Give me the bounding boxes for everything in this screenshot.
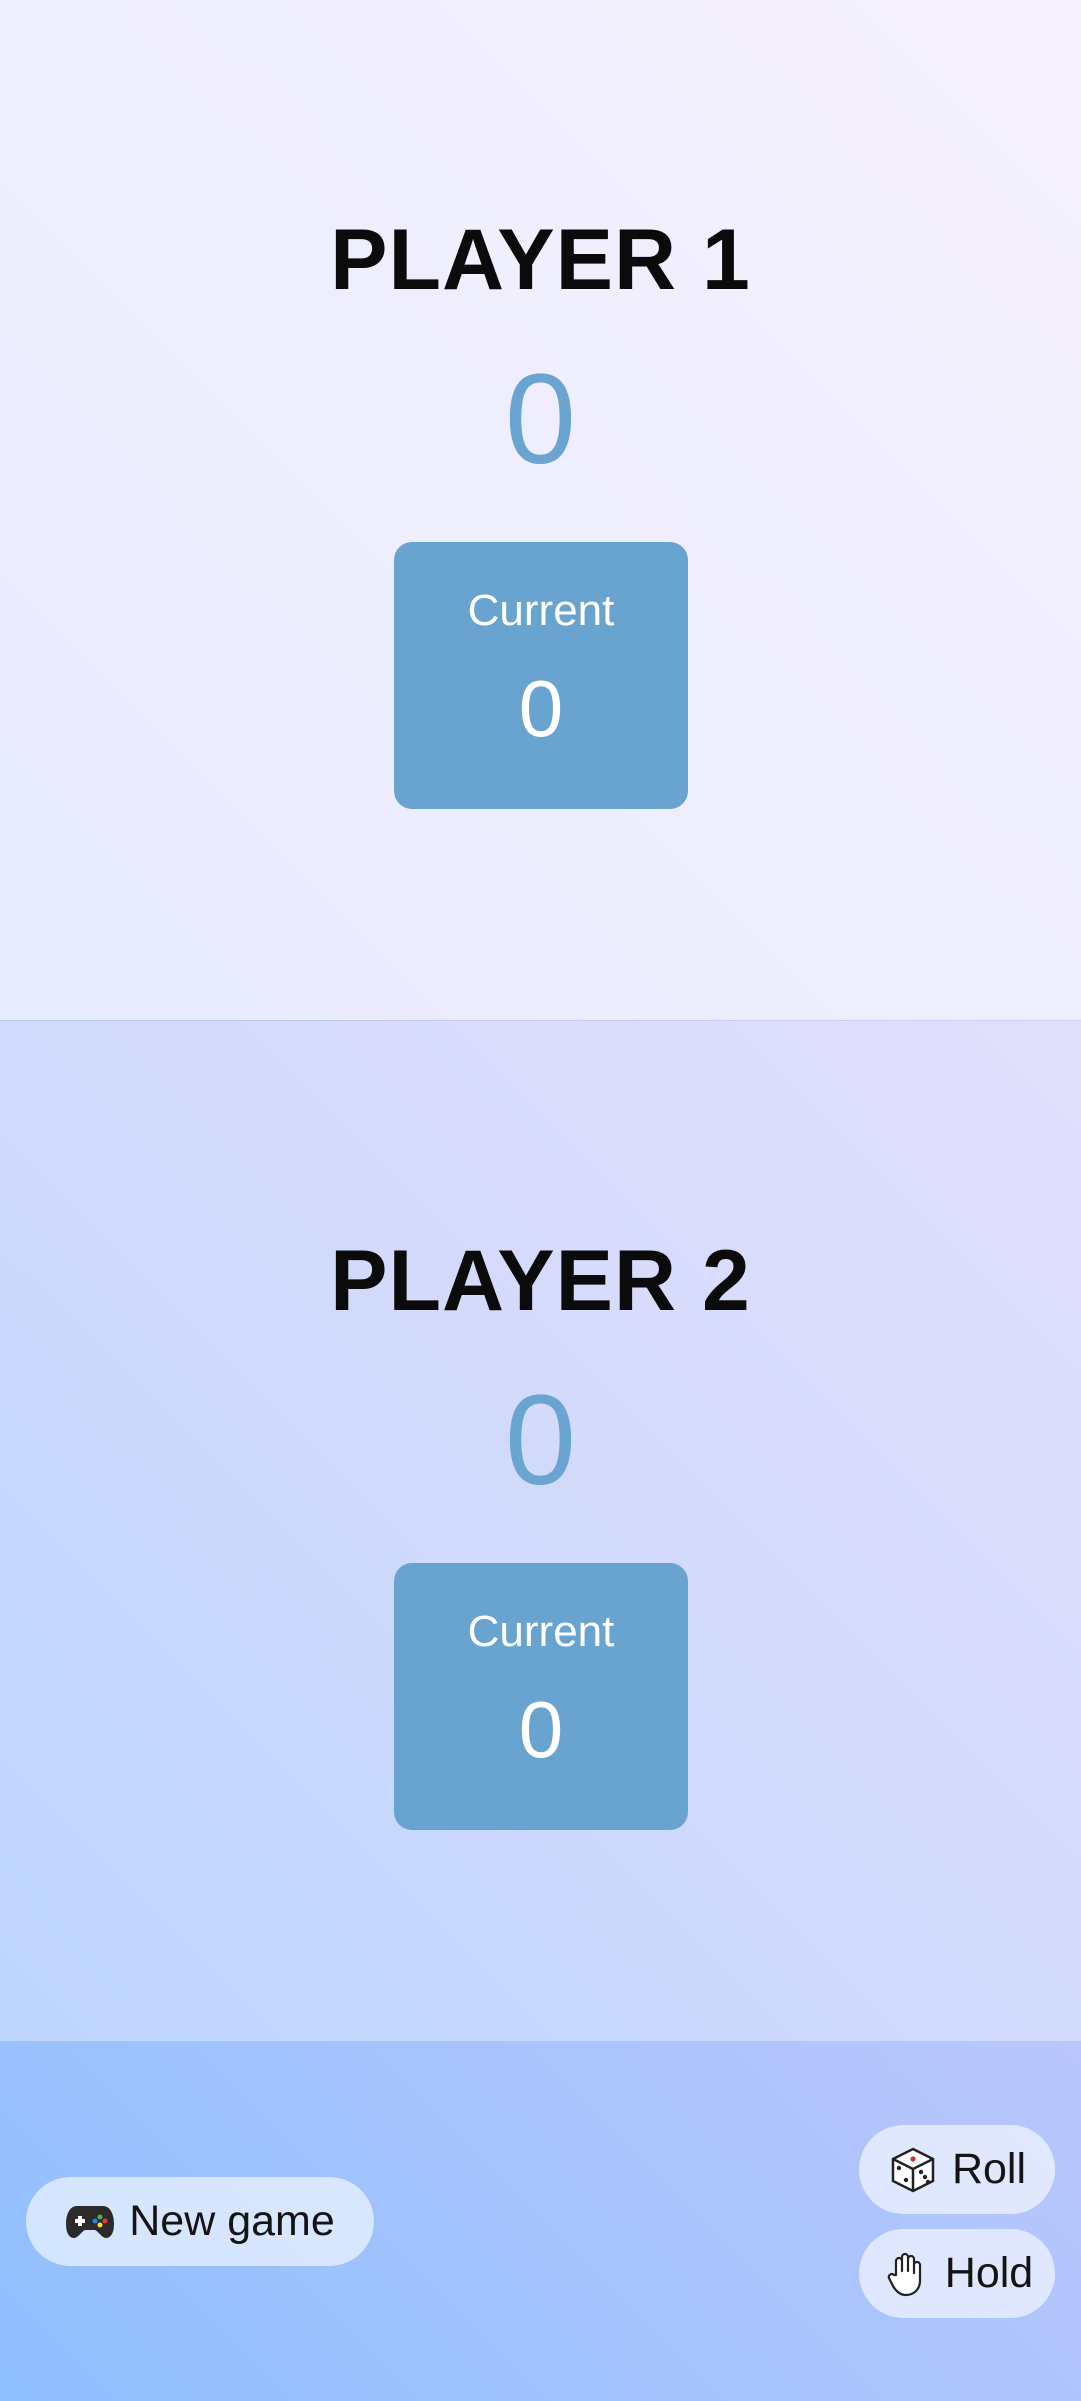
current-score: 0 (518, 1685, 564, 1774)
current-score: 0 (518, 664, 564, 753)
player-1-panel: PLAYER 1 0 Current 0 (0, 0, 1081, 1020)
hand-icon (881, 2249, 931, 2299)
new-game-button[interactable]: New game (26, 2177, 374, 2266)
roll-button[interactable]: Roll (859, 2125, 1055, 2214)
current-label: Current (467, 586, 615, 635)
player-total-score: 0 (504, 1369, 577, 1512)
player-2-panel: PLAYER 2 0 Current 0 (0, 1021, 1081, 2041)
dice-icon (888, 2145, 938, 2195)
gamepad-icon (65, 2197, 115, 2247)
current-score-box: Current 0 (394, 542, 688, 809)
roll-label: Roll (951, 2145, 1027, 2193)
current-score-box: Current 0 (394, 1563, 688, 1830)
player-name: PLAYER 1 (330, 212, 751, 308)
hold-label: Hold (944, 2249, 1034, 2297)
player-name: PLAYER 2 (330, 1233, 751, 1329)
hold-button[interactable]: Hold (859, 2229, 1055, 2318)
new-game-label: New game (129, 2197, 335, 2245)
current-label: Current (467, 1607, 615, 1656)
player-total-score: 0 (504, 348, 577, 491)
